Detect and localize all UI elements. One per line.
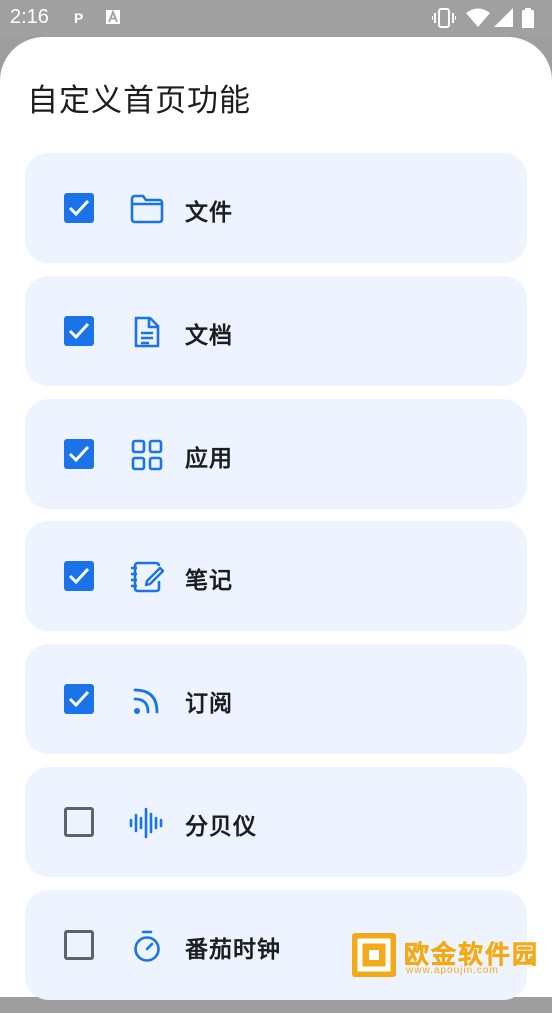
checkbox-checked[interactable]: [64, 438, 94, 469]
wifi-icon: [466, 8, 490, 27]
vibrate-icon: [432, 8, 456, 28]
watermark-url: www.apoujin.com: [406, 965, 499, 976]
checkbox-checked[interactable]: [64, 193, 94, 223]
feature-label: 分贝仪: [185, 813, 257, 840]
battery-icon: [522, 8, 534, 28]
checkbox-checked[interactable]: [64, 561, 94, 592]
feature-item-subscriptions[interactable]: 订阅: [25, 644, 527, 755]
folder-icon: [130, 194, 164, 224]
feature-label: 订阅: [185, 691, 233, 718]
rss-icon: [133, 688, 159, 715]
customize-home-sheet: 自定义首页功能 文件 文档 应用 笔记 订阅 分贝仪 番茄时钟: [0, 37, 552, 1000]
feature-list: 文件 文档 应用 笔记 订阅 分贝仪 番茄时钟: [25, 153, 527, 1013]
status-time: 2:16: [10, 6, 49, 28]
signal-icon: [494, 8, 513, 27]
timer-icon: [134, 930, 160, 962]
sheet-title: 自定义首页功能: [27, 83, 251, 119]
status-icons: [432, 8, 542, 28]
status-bar: 2:16 P: [0, 0, 552, 36]
a-notification-icon: [106, 10, 120, 24]
apps-grid-icon: [131, 439, 163, 470]
feature-label: 番茄时钟: [185, 936, 281, 963]
feature-label: 文档: [185, 322, 233, 349]
feature-label: 应用: [185, 445, 233, 472]
feature-item-decibel-meter[interactable]: 分贝仪: [25, 766, 527, 877]
document-icon: [134, 316, 160, 348]
feature-item-apps[interactable]: 应用: [25, 398, 527, 509]
watermark: 欧金软件园 www.apoujin.com: [352, 933, 548, 977]
checkbox-checked[interactable]: [64, 684, 94, 715]
checkbox-unchecked[interactable]: [64, 806, 94, 837]
notebook-icon: [131, 562, 165, 593]
checkbox-unchecked[interactable]: [64, 929, 94, 960]
feature-item-documents[interactable]: 文档: [25, 275, 527, 386]
sound-wave-icon: [129, 807, 163, 839]
feature-item-notes[interactable]: 笔记: [25, 521, 527, 632]
feature-label: 文件: [185, 200, 233, 226]
notification-p-icon: P: [74, 10, 84, 26]
watermark-logo-icon: [352, 933, 396, 977]
checkbox-checked[interactable]: [64, 315, 94, 346]
feature-item-files[interactable]: 文件: [25, 153, 527, 263]
feature-label: 笔记: [185, 568, 233, 595]
